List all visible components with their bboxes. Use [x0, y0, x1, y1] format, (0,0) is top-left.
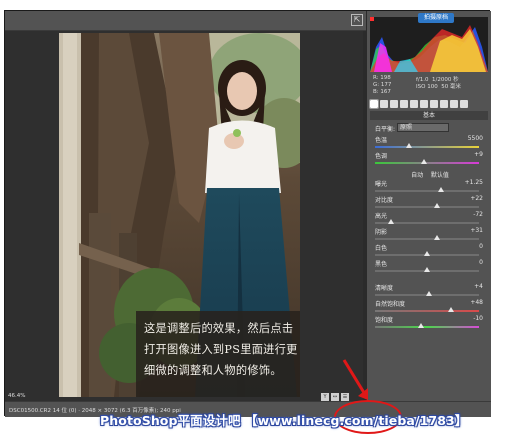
saturation-slider[interactable]: 饱和度 -10: [373, 315, 487, 333]
red-arrow-annotation: [342, 359, 368, 400]
iso-value: ISO 100: [416, 84, 438, 90]
readout-g: G: 177: [373, 82, 392, 88]
camera-raw-window: ⇱ 这是调整后的效果，然后点击 打开图像进入到PS里面进行更 细微的调整和人物的…: [4, 10, 491, 417]
swap-settings-icon[interactable]: ↔: [331, 393, 339, 401]
whites-slider-knob[interactable]: [424, 251, 430, 256]
tint-slider[interactable]: 色调 +9: [373, 151, 487, 169]
basic-tab-icon[interactable]: [369, 99, 379, 109]
caption-line-3: 细微的调整和人物的修饰。: [144, 364, 282, 377]
camera-calibration-tab-icon[interactable]: [440, 100, 448, 108]
histogram-graph: [370, 17, 488, 72]
tint-slider-knob[interactable]: [420, 159, 427, 164]
auto-button[interactable]: 自动: [411, 172, 423, 179]
fullscreen-toggle-icon[interactable]: ⇱: [351, 14, 363, 26]
readout-b: B: 167: [373, 89, 391, 95]
caption-line-1: 这是调整后的效果，然后点击: [144, 322, 294, 335]
raw-title-badge: 拍摄原档: [418, 13, 455, 23]
presets-tab-icon[interactable]: [450, 100, 458, 108]
vibrance-slider-knob[interactable]: [447, 307, 454, 312]
clarity-slider-knob[interactable]: [426, 291, 433, 296]
highlights-slider-knob[interactable]: [387, 219, 394, 224]
zoom-level[interactable]: 46.4%: [5, 393, 29, 399]
hsl-tab-icon[interactable]: [400, 100, 408, 108]
screenshot-frame: ⇱ 这是调整后的效果，然后点击 打开图像进入到PS里面进行更 细微的调整和人物的…: [0, 0, 522, 441]
effects-tab-icon[interactable]: [430, 100, 438, 108]
shutter-value: 1/2000 秒: [432, 77, 459, 83]
contrast-slider-knob[interactable]: [434, 203, 441, 208]
pixel-readout: R: 198 G: 177 B: 167 f/1.0 1/2000 秒 ISO …: [371, 75, 489, 97]
adjustments-panel: 拍摄原档 R: 198 G: 177 B: 167 f/1.0 1/2000 秒…: [366, 11, 491, 401]
exposure-slider-knob[interactable]: [437, 187, 444, 192]
snapshots-tab-icon[interactable]: [460, 100, 468, 108]
before-after-toggle-icon[interactable]: Y: [321, 393, 329, 401]
auto-default-row: 自动 默认值: [373, 170, 487, 179]
saturation-slider-knob[interactable]: [417, 323, 424, 328]
preview-photo[interactable]: 这是调整后的效果，然后点击 打开图像进入到PS里面进行更 细微的调整和人物的修饰…: [59, 33, 300, 397]
image-preview-area: 这是调整后的效果，然后点击 打开图像进入到PS里面进行更 细微的调整和人物的修饰…: [5, 31, 363, 401]
caption-overlay: 这是调整后的效果，然后点击 打开图像进入到PS里面进行更 细微的调整和人物的修饰…: [136, 311, 300, 397]
histogram: 拍摄原档: [370, 13, 488, 72]
watermark-text: PhotoShop平面设计吧 【www.linecg.com/tieba/178…: [100, 413, 468, 428]
aperture-value: f/1.0: [416, 77, 429, 83]
blacks-slider-knob[interactable]: [424, 267, 430, 272]
detail-tab-icon[interactable]: [390, 100, 398, 108]
lens-tab-icon[interactable]: [420, 100, 428, 108]
white-balance-label: 白平衡:: [375, 126, 396, 133]
basic-section-title: 基本: [370, 111, 488, 120]
readout-r: R: 198: [373, 75, 391, 81]
caption-line-2: 打开图像进入到PS里面进行更: [144, 343, 298, 356]
shadows-slider-knob[interactable]: [434, 235, 441, 240]
split-toning-tab-icon[interactable]: [410, 100, 418, 108]
tone-curve-tab-icon[interactable]: [380, 100, 388, 108]
default-button[interactable]: 默认值: [431, 172, 449, 179]
temp-slider-knob[interactable]: [406, 143, 413, 148]
white-balance-row: 白平衡: 原照: [373, 123, 487, 133]
focal-value: 50 毫米: [441, 84, 461, 90]
white-balance-select[interactable]: 原照: [397, 123, 449, 132]
blacks-slider[interactable]: 黑色 0: [373, 259, 487, 277]
panel-tabs: [369, 99, 488, 109]
